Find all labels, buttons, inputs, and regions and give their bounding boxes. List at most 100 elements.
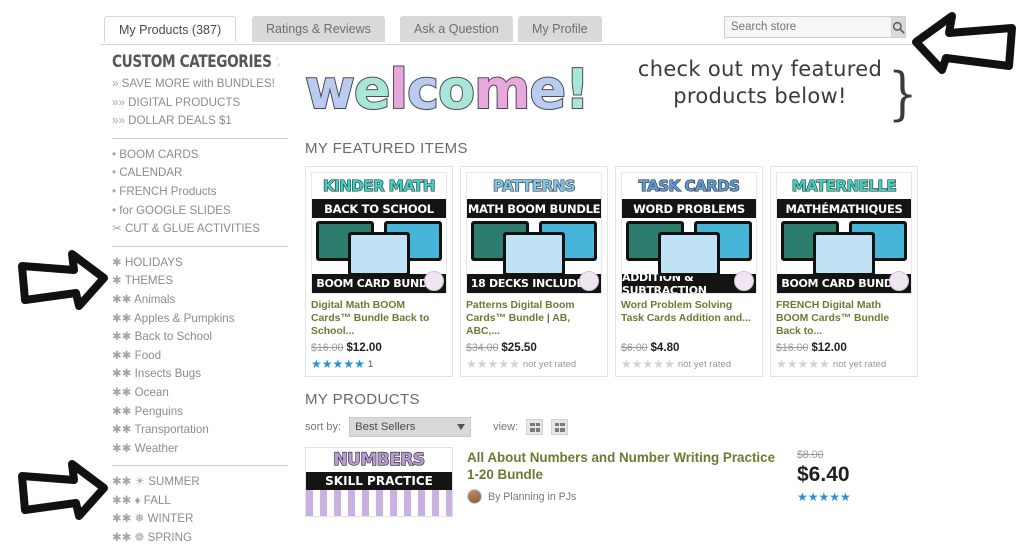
- sidebar-item-weather[interactable]: ✱✱ Weather: [112, 440, 294, 459]
- sidebar-item-summer[interactable]: ✱✱ ☀ SUMMER: [112, 473, 294, 492]
- featured-section-title: MY FEATURED ITEMS: [305, 140, 468, 157]
- view-label: view:: [493, 421, 519, 433]
- search-input[interactable]: [724, 16, 891, 38]
- sidebar-item-insects-bugs[interactable]: ✱✱ Insects Bugs: [112, 365, 294, 384]
- sidebar-item-label: BOOM CARDS: [119, 147, 199, 161]
- sidebar-item-save-more-with-bundles[interactable]: » SAVE MORE with BUNDLES!: [112, 75, 294, 94]
- welcome-banner: welcome! check out my featured products …: [304, 52, 917, 134]
- featured-thumbnail[interactable]: TASK CARDS WORD PROBLEMS ADDITION & SUBTRA…: [621, 172, 757, 294]
- sidebar-item-boom-cards[interactable]: • BOOM CARDS: [112, 146, 294, 165]
- bullet-icon: ✱✱: [112, 423, 135, 437]
- bullet-icon: ✂: [112, 222, 125, 236]
- search-button[interactable]: [891, 16, 906, 38]
- sidebar-item-holidays[interactable]: ✱ HOLIDAYS: [112, 254, 294, 273]
- grid-view-icon[interactable]: [551, 419, 569, 435]
- sidebar-item-animals[interactable]: ✱✱ Animals: [112, 291, 294, 310]
- sidebar-item-ocean[interactable]: ✱✱ Ocean: [112, 384, 294, 403]
- featured-card-title[interactable]: FRENCH Digital Math BOOM Cards™ Bundle B…: [776, 299, 912, 339]
- product-info: All About Numbers and Number Writing Pra…: [467, 447, 783, 517]
- welcome-letter-4: o: [437, 57, 476, 122]
- rating-row: ★★★★★ not yet rated: [621, 358, 757, 370]
- sidebar-item-label: Back to School: [134, 330, 212, 344]
- sidebar-item-digital-products[interactable]: »» DIGITAL PRODUCTS: [112, 94, 294, 113]
- cell: [560, 422, 565, 427]
- featured-card-title[interactable]: Patterns Digital Boom Cards™ Bundle | AB…: [466, 299, 602, 339]
- sidebar-group-2: ✱ HOLIDAYS ✱ THEMES ✱✱ Animals ✱✱ Apples & …: [112, 254, 294, 459]
- tablet-center: [503, 232, 565, 276]
- tab-ratings-reviews[interactable]: Ratings & Reviews: [252, 16, 385, 42]
- thumb-top-text: MATERNELLE: [777, 173, 911, 199]
- my-products-section: MY PRODUCTS sort by: Best Sellers view: …: [305, 391, 917, 517]
- price-row: $34.00 $25.50: [466, 341, 602, 354]
- logo-seal: [734, 271, 754, 291]
- sidebar-item-label: Weather: [134, 441, 179, 455]
- cell: [536, 427, 540, 432]
- welcome-letter-7: !: [564, 57, 591, 122]
- bullet-icon: ✱: [112, 274, 125, 288]
- sidebar-item-for-google-slides[interactable]: • for GOOGLE SLIDES: [112, 202, 294, 221]
- product-rating-stars: ★★★★★: [797, 490, 851, 504]
- sidebar-item-calendar[interactable]: • CALENDAR: [112, 164, 294, 183]
- price-row: $6.00 $4.80: [621, 341, 757, 354]
- sort-by-label: sort by:: [305, 421, 342, 433]
- bullet-icon: ✱✱: [112, 385, 135, 399]
- tab-ask-a-question[interactable]: Ask a Question: [400, 16, 513, 42]
- sidebar-item-label: Ocean: [134, 385, 169, 399]
- sidebar-item-fall[interactable]: ✱✱ ♦ FALL: [112, 492, 294, 511]
- featured-card[interactable]: TASK CARDS WORD PROBLEMS ADDITION & SUBTRA…: [615, 166, 763, 377]
- featured-thumbnail[interactable]: PATTERNS MATH BOOM BUNDLE 18 DECKS INCLUDE…: [466, 172, 602, 294]
- tablet-screen: [661, 235, 717, 273]
- sidebar-item-transportation[interactable]: ✱✱ Transportation: [112, 421, 294, 440]
- sidebar-item-themes[interactable]: ✱ THEMES: [112, 272, 294, 291]
- welcome-letter-0: w: [304, 57, 356, 122]
- thumb-sub-text: MATH BOOM BUNDLE: [467, 199, 601, 218]
- sidebar-item-french-products[interactable]: • FRENCH Products: [112, 183, 294, 202]
- featured-card[interactable]: MATERNELLE MATHÉMATHIQUES BOOM CARD BUNDLE…: [770, 166, 918, 377]
- sidebar-item-apples-pumpkins[interactable]: ✱✱ Apples & Pumpkins: [112, 310, 294, 329]
- sidebar-item-spring[interactable]: ✱✱ ❁ SPRING: [112, 529, 294, 548]
- price-original: $6.00: [621, 342, 648, 354]
- price-current: $4.80: [650, 341, 680, 354]
- price-current: $25.50: [501, 341, 537, 354]
- tab-my-products[interactable]: My Products (387): [104, 16, 237, 42]
- featured-card-title[interactable]: Digital Math BOOM Cards™ Bundle Back to …: [311, 299, 447, 339]
- bullet-icon: ✱✱ ♦: [112, 493, 144, 507]
- product-title[interactable]: All About Numbers and Number Writing Pra…: [467, 449, 783, 483]
- sidebar-item-food[interactable]: ✱✱ Food: [112, 347, 294, 366]
- sidebar-item-label: DOLLAR DEALS $1: [128, 114, 232, 128]
- featured-items-list: KINDER MATH BACK TO SCHOOL BOOM CARD BUNDL…: [305, 166, 918, 377]
- thumb-sub-text: SKILL PRACTICE: [306, 472, 452, 490]
- featured-thumbnail[interactable]: KINDER MATH BACK TO SCHOOL BOOM CARD BUNDL…: [311, 172, 447, 294]
- sidebar-item-back-to-school[interactable]: ✱✱ Back to School: [112, 328, 294, 347]
- thumb-top-text: NUMBERS: [333, 449, 426, 470]
- sort-select[interactable]: Best Sellers: [349, 417, 472, 437]
- sidebar-item-penguins[interactable]: ✱✱ Penguins: [112, 403, 294, 422]
- sidebar-divider: [112, 245, 288, 247]
- tab-my-profile[interactable]: My Profile: [518, 16, 602, 42]
- sidebar-item-label: Penguins: [134, 404, 184, 418]
- featured-card[interactable]: PATTERNS MATH BOOM BUNDLE 18 DECKS INCLUDE…: [460, 166, 608, 377]
- list-view-icon[interactable]: [526, 419, 544, 435]
- tablet-screen: [816, 235, 872, 273]
- product-thumbnail[interactable]: NUMBERS SKILL PRACTICE: [305, 447, 453, 517]
- featured-card-title[interactable]: Word Problem Solving Task Cards Addition…: [621, 299, 757, 339]
- sidebar-group-3: ✱✱ ☀ SUMMER ✱✱ ♦ FALL ✱✱ ❅ WINTER ✱✱ ❁ SPRI…: [112, 473, 294, 547]
- sidebar-item-dollar-deals-1[interactable]: »» DOLLAR DEALS $1: [112, 112, 294, 131]
- rating-row: ★★★★★ 1: [311, 358, 447, 370]
- bullet-icon: ✱✱: [112, 292, 135, 306]
- sidebar-item-winter[interactable]: ✱✱ ❅ WINTER: [112, 510, 294, 529]
- bullet-icon: ✱✱: [112, 367, 135, 381]
- featured-card[interactable]: KINDER MATH BACK TO SCHOOL BOOM CARD BUNDL…: [305, 166, 453, 377]
- sidebar-category-list: » SAVE MORE with BUNDLES!»» DIGITAL PROD…: [112, 75, 294, 548]
- welcome-letter-1: e: [353, 57, 392, 122]
- sidebar-item-label: THEMES: [124, 274, 174, 288]
- hatch-decoration: [277, 57, 280, 66]
- sidebar-item-label: Insects Bugs: [134, 367, 202, 381]
- sidebar-group-1: • BOOM CARDS • CALENDAR • FRENCH Products •…: [112, 146, 294, 239]
- product-price-block: $8.00 $6.40 ★★★★★: [797, 447, 917, 517]
- welcome-letter-6: e: [528, 57, 567, 122]
- sidebar-item-cut-glue-activities[interactable]: ✂ CUT & GLUE ACTIVITIES: [112, 220, 294, 239]
- featured-thumbnail[interactable]: MATERNELLE MATHÉMATHIQUES BOOM CARD BUNDLE: [776, 172, 912, 294]
- bullet-icon: ✱✱ ❅: [112, 512, 148, 526]
- sidebar-item-label: FRENCH Products: [119, 184, 217, 198]
